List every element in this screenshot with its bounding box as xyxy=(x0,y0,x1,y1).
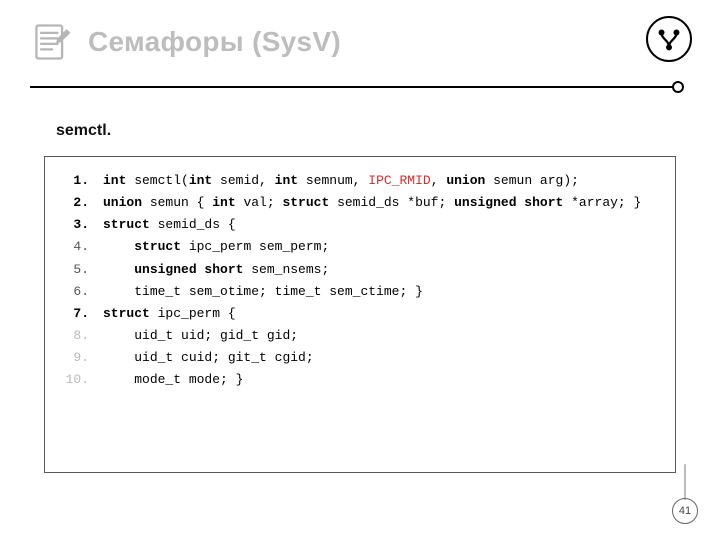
code-line: 3. struct semid_ds { xyxy=(63,215,657,235)
code-line: 9. uid_t cuid; git_t cgid; xyxy=(63,348,657,368)
line-number: 1. xyxy=(63,171,89,191)
line-number: 7. xyxy=(63,304,89,324)
page-number-badge: 41 xyxy=(672,498,698,524)
section-subtitle: semctl. xyxy=(56,122,690,140)
page-number: 41 xyxy=(679,505,691,517)
line-number: 3. xyxy=(63,215,89,235)
code-text: union semun { int val; struct semid_ds *… xyxy=(103,193,641,213)
code-line: 2. union semun { int val; struct semid_ds… xyxy=(63,193,657,213)
code-text: uid_t cuid; git_t cgid; xyxy=(103,348,314,368)
code-text: time_t sem_otime; time_t sem_ctime; } xyxy=(103,282,423,302)
code-text: uid_t uid; gid_t gid; xyxy=(103,326,298,346)
line-number: 10. xyxy=(63,370,89,390)
code-text: unsigned short sem_nsems; xyxy=(103,260,329,280)
code-text: int semctl(int semid, int semnum, IPC_RM… xyxy=(103,171,579,191)
line-number: 4. xyxy=(63,237,89,257)
code-block: 1. int semctl(int semid, int semnum, IPC_… xyxy=(44,156,676,473)
git-branch-icon xyxy=(646,16,692,62)
code-text: struct semid_ds { xyxy=(103,215,236,235)
line-number: 8. xyxy=(63,326,89,346)
slide-header: Семафоры (SysV) xyxy=(30,20,690,64)
slide-title: Семафоры (SysV) xyxy=(88,26,341,58)
code-line: 6. time_t sem_otime; time_t sem_ctime; } xyxy=(63,282,657,302)
code-line: 5. unsigned short sem_nsems; xyxy=(63,260,657,280)
code-line: 4. struct ipc_perm sem_perm; xyxy=(63,237,657,257)
line-number: 6. xyxy=(63,282,89,302)
header-divider xyxy=(30,78,690,96)
code-line: 8. uid_t uid; gid_t gid; xyxy=(63,326,657,346)
code-text: struct ipc_perm { xyxy=(103,304,236,324)
slide: Семафоры (SysV) semctl. 1. int semctl(int… xyxy=(0,0,720,540)
line-number: 5. xyxy=(63,260,89,280)
line-number: 9. xyxy=(63,348,89,368)
code-line: 7. struct ipc_perm { xyxy=(63,304,657,324)
edit-doc-icon xyxy=(30,20,74,64)
code-text: struct ipc_perm sem_perm; xyxy=(103,237,329,257)
code-line: 10. mode_t mode; } xyxy=(63,370,657,390)
line-number: 2. xyxy=(63,193,89,213)
code-line: 1. int semctl(int semid, int semnum, IPC_… xyxy=(63,171,657,191)
page-number-stem xyxy=(684,464,686,500)
code-text: mode_t mode; } xyxy=(103,370,243,390)
